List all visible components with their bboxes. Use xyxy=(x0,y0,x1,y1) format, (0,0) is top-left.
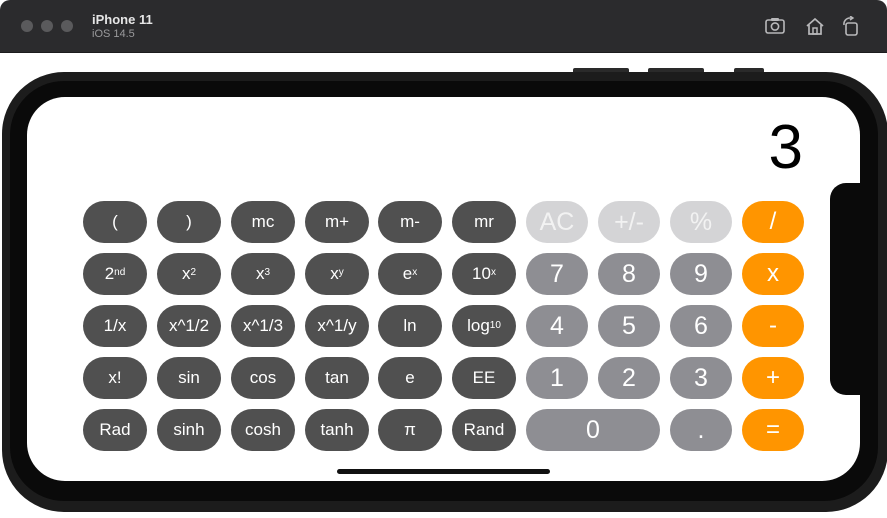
second-label: 2 xyxy=(104,264,115,283)
minimize-window-button[interactable] xyxy=(41,20,53,32)
plus-minus-button[interactable]: +/- xyxy=(598,201,660,243)
cube-root-button[interactable]: x^1/3 xyxy=(231,305,295,347)
memory-recall-button[interactable]: mr xyxy=(452,201,516,243)
device-screen xyxy=(27,97,860,481)
square-root-button[interactable]: x^1/2 xyxy=(157,305,221,347)
factorial-button[interactable]: x! xyxy=(83,357,147,399)
close-window-button[interactable] xyxy=(21,20,33,32)
cube-base: x xyxy=(255,264,265,283)
cos-button[interactable]: cos xyxy=(231,357,295,399)
log-label: log xyxy=(467,316,490,335)
cube-sup: 3 xyxy=(264,267,271,278)
log-sub: 10 xyxy=(489,320,501,331)
close-paren-button[interactable]: ) xyxy=(157,201,221,243)
open-paren-button[interactable]: ( xyxy=(83,201,147,243)
digit-4-button[interactable]: 4 xyxy=(526,305,588,347)
digit-3-button[interactable]: 3 xyxy=(670,357,732,399)
digit-2-button[interactable]: 2 xyxy=(598,357,660,399)
rotate-icon[interactable] xyxy=(840,15,862,36)
rad-button[interactable]: Rad xyxy=(83,409,147,451)
digit-5-button[interactable]: 5 xyxy=(598,305,660,347)
exp-sup: x xyxy=(412,267,418,278)
equals-button[interactable]: = xyxy=(742,409,804,451)
os-version: iOS 14.5 xyxy=(92,28,135,40)
digit-6-button[interactable]: 6 xyxy=(670,305,732,347)
sin-button[interactable]: sin xyxy=(157,357,221,399)
square-sup: 2 xyxy=(190,267,197,278)
exp-base: e xyxy=(402,264,413,283)
decimal-button[interactable]: . xyxy=(670,409,732,451)
ten-power-sup: x xyxy=(490,267,496,278)
square-button[interactable]: x2 xyxy=(157,253,221,295)
memory-clear-button[interactable]: mc xyxy=(231,201,295,243)
digit-9-button[interactable]: 9 xyxy=(670,253,732,295)
exp-button[interactable]: ex xyxy=(378,253,442,295)
zoom-window-button[interactable] xyxy=(61,20,73,32)
reciprocal-button[interactable]: 1/x xyxy=(83,305,147,347)
device-name: iPhone 11 xyxy=(92,12,153,27)
rand-button[interactable]: Rand xyxy=(452,409,516,451)
simulator-titlebar: iPhone 11 iOS 14.5 xyxy=(0,0,887,53)
power-base: x xyxy=(330,264,339,283)
cube-button[interactable]: x3 xyxy=(231,253,295,295)
digit-1-button[interactable]: 1 xyxy=(526,357,588,399)
sinh-button[interactable]: sinh xyxy=(157,409,221,451)
all-clear-button[interactable]: AC xyxy=(526,201,588,243)
percent-button[interactable]: % xyxy=(670,201,732,243)
device-notch xyxy=(830,183,870,395)
y-root-button[interactable]: x^1/y xyxy=(305,305,369,347)
screenshot-icon[interactable] xyxy=(764,16,786,36)
ten-power-button[interactable]: 10 x xyxy=(452,253,516,295)
log10-button[interactable]: log 10 xyxy=(452,305,516,347)
digit-7-button[interactable]: 7 xyxy=(526,253,588,295)
power-button[interactable]: xy xyxy=(305,253,369,295)
calculator-display: 3 xyxy=(768,113,803,182)
square-base: x xyxy=(181,264,191,283)
memory-add-button[interactable]: m+ xyxy=(305,201,369,243)
cosh-button[interactable]: cosh xyxy=(231,409,295,451)
natural-log-button[interactable]: ln xyxy=(378,305,442,347)
multiply-button[interactable]: x xyxy=(742,253,804,295)
tan-button[interactable]: tan xyxy=(305,357,369,399)
ee-button[interactable]: EE xyxy=(452,357,516,399)
home-indicator[interactable] xyxy=(337,469,550,474)
digit-0-button[interactable]: 0 xyxy=(526,409,660,451)
second-sup: nd xyxy=(114,267,126,278)
memory-subtract-button[interactable]: m- xyxy=(378,201,442,243)
euler-button[interactable]: e xyxy=(378,357,442,399)
tanh-button[interactable]: tanh xyxy=(305,409,369,451)
divide-button[interactable]: / xyxy=(742,201,804,243)
power-sup: y xyxy=(338,267,344,278)
second-function-button[interactable]: 2nd xyxy=(83,253,147,295)
add-button[interactable]: + xyxy=(742,357,804,399)
subtract-button[interactable]: - xyxy=(742,305,804,347)
ten-power-base: 10 xyxy=(472,264,491,283)
pi-button[interactable]: π xyxy=(378,409,442,451)
digit-8-button[interactable]: 8 xyxy=(598,253,660,295)
home-icon[interactable] xyxy=(804,16,826,36)
